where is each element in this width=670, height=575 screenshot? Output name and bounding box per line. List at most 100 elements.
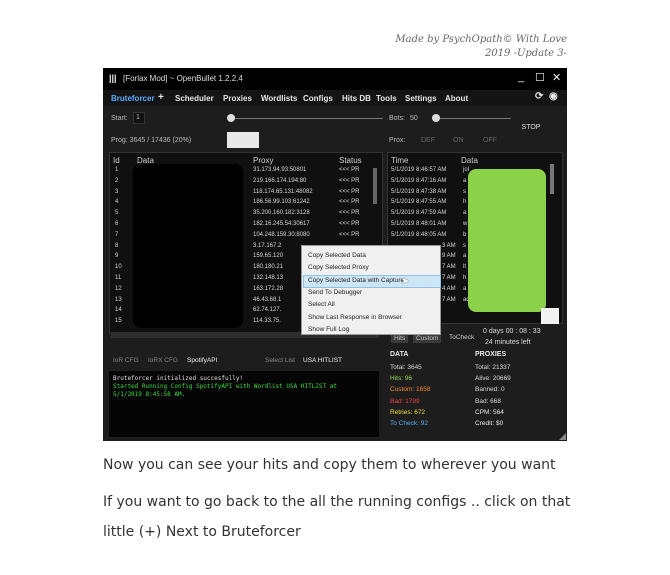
bots-label: Bots: (389, 115, 405, 122)
col-header-time[interactable]: Time (391, 156, 408, 165)
proxy-stats-heading: PROXIES (475, 351, 507, 358)
tab-custom[interactable]: Custom (413, 334, 442, 343)
cell-data: s (463, 188, 466, 195)
config-tab-iorx[interactable]: IoRX CFG (148, 357, 178, 364)
menu-scheduler[interactable]: Scheduler (175, 94, 214, 103)
cell-data: a (463, 285, 467, 292)
context-menu-item[interactable]: Show Full Log (308, 326, 349, 333)
elapsed-timer: 0 days 00 : 08 : 33 (483, 328, 541, 335)
cell-id: 6 (115, 221, 119, 227)
stat-item: Alive: 20669 (475, 375, 511, 383)
menu-proxies[interactable]: Proxies (223, 94, 252, 103)
resize-grip-icon[interactable] (559, 433, 566, 440)
cell-status: <<< PR (339, 188, 360, 195)
context-menu-item[interactable]: Select All (308, 301, 335, 308)
cell-id: 4 (115, 199, 119, 206)
menu-about[interactable]: About (445, 94, 468, 103)
prox-option-def[interactable]: DEF (421, 137, 435, 144)
maximize-icon[interactable]: ☐ (535, 71, 545, 84)
paragraph-3: little (+) Next to Bruteforcer (103, 524, 301, 540)
context-menu-item[interactable]: Show Last Response in Browser (308, 314, 402, 321)
cell-id: 7 (115, 231, 119, 238)
cell-time: 5/1/2019 8:47:55 AM (391, 199, 447, 206)
cell-status: <<< PR (339, 177, 360, 184)
cell-time: 5/1/2019 8:46:57 AM (391, 167, 447, 173)
col-header-proxy[interactable]: Proxy (253, 156, 273, 165)
add-runner-button[interactable]: + (158, 92, 164, 103)
cell-proxy: 219.166.174.194:80 (253, 177, 307, 184)
col-header-hit-data[interactable]: Data (461, 156, 478, 165)
bots-value: 50 (410, 115, 418, 122)
col-header-status[interactable]: Status (339, 156, 362, 165)
stat-item: Total: 3645 (390, 364, 422, 371)
white-block (541, 308, 559, 324)
context-menu-item[interactable]: Copy Selected Data (308, 252, 366, 259)
close-icon[interactable]: ✕ (552, 71, 561, 84)
menu-configs[interactable]: Configs (303, 94, 333, 103)
cell-proxy: 104.248.159.30:8080 (253, 231, 310, 238)
stat-item: Banned: 0 (475, 386, 505, 394)
wordlist-usa-hitlist[interactable]: USA HITLIST (303, 357, 342, 364)
progress-bar-fill (227, 132, 259, 148)
stat-item: Total: 21337 (475, 364, 511, 371)
stop-button[interactable]: STOP (511, 116, 551, 138)
hits-scrollbar[interactable] (550, 164, 554, 194)
menu-tools[interactable]: Tools (376, 94, 397, 103)
menu-settings[interactable]: Settings (405, 94, 437, 103)
prox-option-off[interactable]: OFF (483, 137, 497, 144)
cell-data: w (463, 221, 468, 227)
cell-data: h (463, 199, 467, 206)
menu-bruteforcer[interactable]: Bruteforcer (111, 94, 155, 103)
console-line: 5/1/2019 8:45:58 AM. (113, 391, 186, 398)
col-header-id[interactable]: Id (113, 156, 120, 165)
cell-data: lt (463, 264, 466, 271)
start-label: Start: (111, 115, 128, 122)
cell-id: 8 (115, 242, 119, 249)
refresh-icon[interactable]: ⟳ (535, 91, 543, 102)
cell-id: 3 (115, 188, 119, 195)
mouse-cursor-icon: ➤ (401, 276, 410, 287)
cell-time: 9 AM (442, 253, 456, 260)
config-tab-spotifyapi[interactable]: SpotifyAPI (187, 357, 217, 364)
redaction-block-green (468, 169, 546, 312)
author-credit: Made by PsychOpath© With Love 2019 -Upda… (395, 33, 567, 61)
cell-time: 5/1/2019 8:47:16 AM (391, 177, 447, 184)
cell-time: 7 AM (442, 296, 456, 303)
cell-data: h (463, 275, 467, 281)
minimize-icon[interactable]: _ (518, 71, 524, 83)
context-menu-item[interactable]: Copy Selected Proxy (308, 264, 369, 271)
start-input[interactable]: 1 (133, 112, 145, 124)
cell-id: 2 (115, 177, 119, 184)
redaction-block-black (133, 164, 243, 328)
camera-icon[interactable]: ◉ (549, 91, 558, 102)
cell-data: a (463, 177, 467, 184)
context-menu-item[interactable]: Send To Debugger (308, 289, 362, 296)
cell-proxy: 159.65.120 (253, 253, 284, 260)
stat-item: Hits: 96 (390, 375, 413, 383)
cell-proxy: 31.173.94.93:50801 (253, 167, 307, 173)
window-title: [Forlax Mod] ~ OpenBullet 1.2.2.4 (123, 74, 243, 83)
context-menu-item[interactable]: Copy Selected Data with Capture (308, 277, 404, 284)
bots-slider-knob[interactable] (432, 114, 440, 122)
menu-wordlists[interactable]: Wordlists (261, 94, 297, 103)
cell-proxy: 35.200.160.182:3128 (253, 210, 310, 217)
tab-tocheck[interactable]: ToCheck (449, 334, 474, 341)
config-tab-ior[interactable]: IoR CFG (113, 357, 139, 364)
menu-hits-db[interactable]: Hits DB (342, 94, 371, 103)
prox-option-on[interactable]: ON (453, 137, 464, 144)
cell-data: a (463, 253, 467, 260)
start-slider[interactable] (231, 118, 383, 119)
cell-time: 4 AM (442, 285, 456, 292)
progress-label: Prog: 3645 / 17436 (20%) (111, 137, 192, 144)
cell-proxy: 114.33.75. (253, 318, 281, 325)
bots-slider[interactable] (433, 118, 513, 119)
tab-hits[interactable]: Hits (391, 334, 409, 343)
app-logo-icon: ||| (109, 73, 117, 83)
vertical-scrollbar[interactable] (373, 168, 377, 204)
cell-data: a (463, 210, 467, 217)
cell-proxy: 163.172.28 (253, 285, 284, 292)
cell-proxy: 62.74.127. (253, 307, 282, 314)
start-slider-knob[interactable] (227, 114, 235, 122)
stat-item: Credit: $0 (475, 420, 504, 427)
cell-id: 11 (115, 275, 122, 281)
